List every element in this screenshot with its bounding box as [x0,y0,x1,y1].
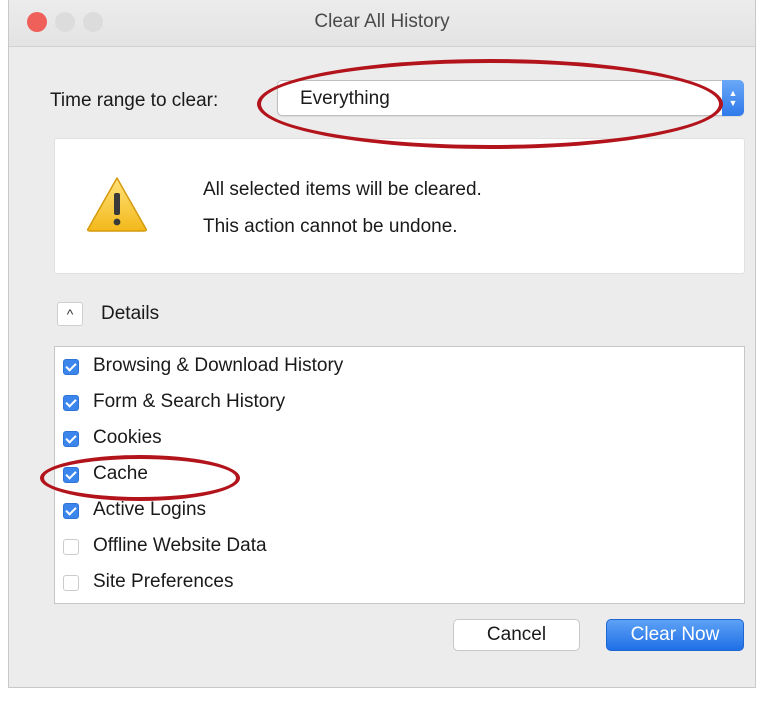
checkbox[interactable] [63,431,79,447]
chevron-up-icon: ^ [66,306,74,322]
checkbox[interactable] [63,503,79,519]
checkbox[interactable] [63,395,79,411]
list-item-cache[interactable]: Cache [63,461,663,491]
item-label: Active Logins [93,499,207,520]
checkbox[interactable] [63,539,79,555]
item-label: Form & Search History [93,391,286,412]
cancel-button[interactable]: Cancel [453,619,580,651]
warning-panel: All selected items will be cleared. This… [54,138,745,274]
list-item-active-logins[interactable]: Active Logins [63,497,663,527]
list-item-browsing-download-history[interactable]: Browsing & Download History [63,353,663,383]
select-arrows-icon: ▲ ▼ [722,80,744,116]
item-label: Cookies [93,427,162,448]
item-label: Browsing & Download History [93,355,344,376]
checkbox[interactable] [63,575,79,591]
list-item-form-search-history[interactable]: Form & Search History [63,389,663,419]
list-item-site-preferences[interactable]: Site Preferences [63,569,663,599]
details-label: Details [101,303,160,324]
item-label: Site Preferences [93,571,234,592]
list-item-offline-website-data[interactable]: Offline Website Data [63,533,663,563]
list-item-cookies[interactable]: Cookies [63,425,663,455]
time-range-value: Everything [300,88,390,109]
checkbox[interactable] [63,359,79,375]
item-label: Cache [93,463,148,484]
checkbox[interactable] [63,467,79,483]
time-range-label: Time range to clear: [50,90,219,111]
warning-icon [87,177,147,232]
warning-message-line-2: This action cannot be undone. [203,216,458,237]
time-range-select[interactable]: Everything ▲ ▼ [277,80,744,116]
clear-history-dialog: Clear All History Time range to clear: E… [8,0,756,688]
warning-message-line-1: All selected items will be cleared. [203,179,482,200]
window-title: Clear All History [314,11,450,32]
title-bar[interactable]: Clear All History [9,0,755,47]
details-toggle-button[interactable]: ^ [57,302,83,326]
history-items-list: Browsing & Download History Form & Searc… [54,346,745,604]
item-label: Offline Website Data [93,535,267,556]
clear-now-button[interactable]: Clear Now [606,619,744,651]
